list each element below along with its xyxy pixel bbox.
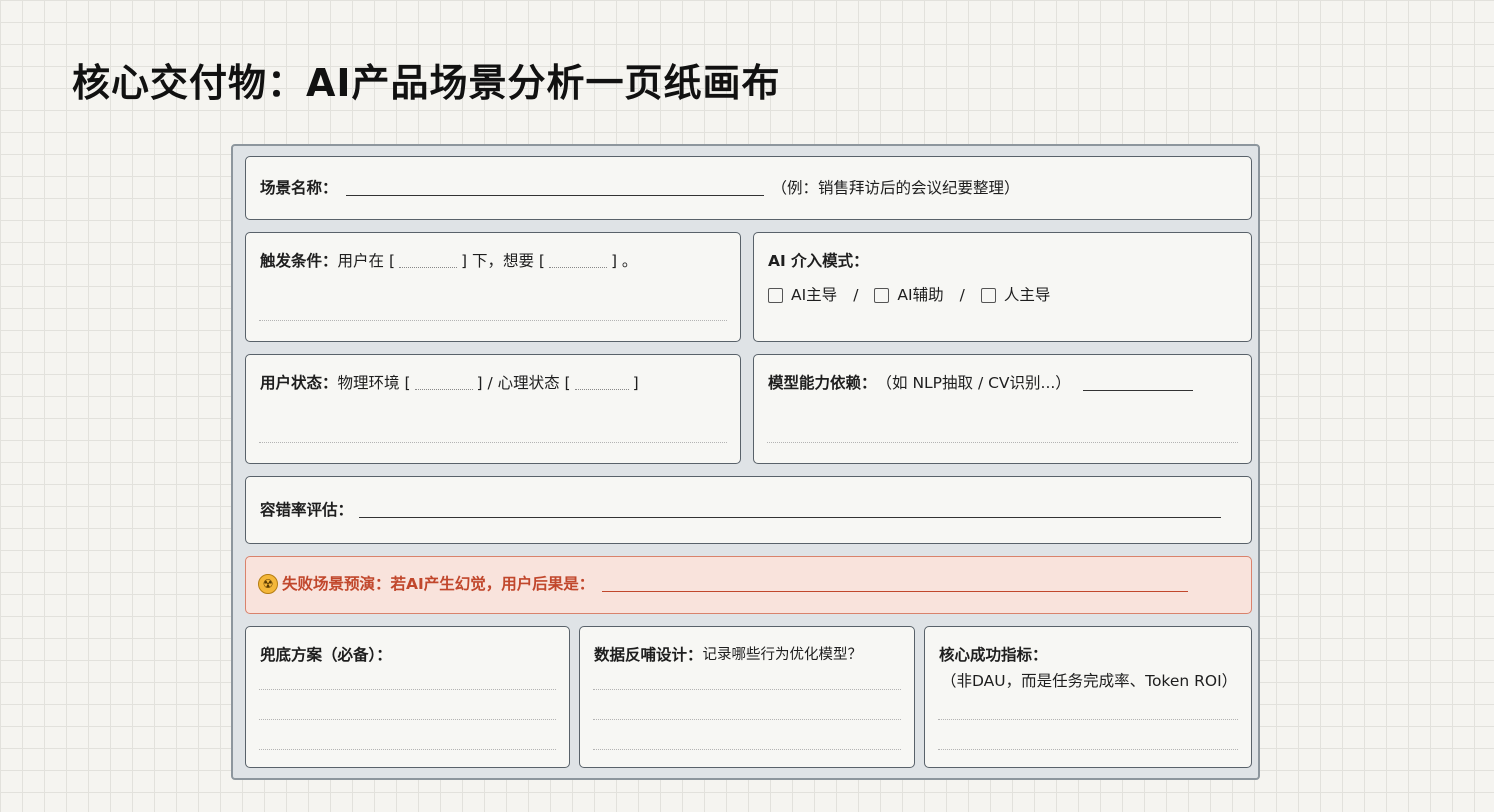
ai-mode-label: AI 介入模式： — [768, 252, 869, 270]
canvas-frame: 场景名称： （例：销售拜访后的会议纪要整理） 触发条件： 用户在 [ ] 下，想… — [231, 144, 1260, 780]
fallback-write-line[interactable] — [259, 749, 556, 750]
user-state-write-line[interactable] — [259, 442, 727, 443]
trigger-text-3: ] 。 — [610, 252, 638, 270]
user-state-label: 用户状态： — [260, 374, 338, 392]
ai-mode-card: AI 介入模式： AI主导 / AI辅助 / 人主导 — [753, 232, 1252, 342]
model-dependency-hint: （如 NLP抽取 / CV识别...） — [876, 374, 1071, 392]
trigger-card: 触发条件： 用户在 [ ] 下，想要 [ ] 。 — [245, 232, 741, 342]
data-feedback-label: 数据反哺设计： — [594, 646, 703, 664]
mental-state-blank[interactable] — [574, 377, 629, 390]
scene-name-card: 场景名称： （例：销售拜访后的会议纪要整理） — [245, 156, 1252, 220]
trigger-blank-2[interactable] — [548, 255, 607, 268]
user-state-text-1: 物理环境 [ — [337, 374, 411, 392]
failure-scenario-blank[interactable] — [602, 577, 1189, 592]
scene-name-label: 场景名称： — [260, 179, 338, 197]
option-separator: / — [959, 286, 965, 304]
failure-scenario-label: 失败场景预演：若AI产生幻觉，用户后果是： — [282, 575, 595, 593]
option-human-lead-label: 人主导 — [1003, 286, 1051, 304]
trigger-blank-1[interactable] — [399, 255, 457, 268]
success-metric-card: 核心成功指标： （非DAU，而是任务完成率、Token ROI） — [924, 626, 1252, 768]
physical-env-blank[interactable] — [414, 377, 473, 390]
data-feedback-write-line[interactable] — [593, 719, 901, 720]
trigger-text-2: ] 下，想要 [ — [461, 252, 545, 270]
option-separator: / — [853, 286, 859, 304]
fallback-write-line[interactable] — [259, 689, 556, 690]
option-human-lead[interactable]: 人主导 — [980, 285, 1051, 305]
model-dependency-blank[interactable] — [1082, 376, 1193, 391]
data-feedback-write-line[interactable] — [593, 689, 901, 690]
scene-name-example: （例：销售拜访后的会议纪要整理） — [771, 179, 1020, 197]
option-ai-assist-label: AI辅助 — [897, 286, 944, 304]
data-feedback-card: 数据反哺设计： 记录哪些行为优化模型？ — [579, 626, 915, 768]
trigger-label: 触发条件： — [260, 252, 338, 270]
success-metric-hint: （非DAU，而是任务完成率、Token ROI） — [941, 672, 1238, 690]
model-dependency-write-line[interactable] — [767, 442, 1238, 443]
trigger-write-line[interactable] — [259, 320, 727, 321]
option-ai-lead[interactable]: AI主导 — [768, 285, 837, 305]
option-ai-lead-label: AI主导 — [791, 286, 838, 304]
tolerance-card: 容错率评估： — [245, 476, 1252, 544]
success-metric-write-line[interactable] — [938, 719, 1238, 720]
checkbox-icon[interactable] — [874, 287, 890, 303]
tolerance-blank[interactable] — [359, 503, 1222, 518]
fallback-label: 兜底方案（必备）： — [260, 646, 392, 664]
data-feedback-hint: 记录哪些行为优化模型？ — [702, 646, 863, 663]
option-ai-assist[interactable]: AI辅助 — [874, 285, 944, 305]
tolerance-label: 容错率评估： — [260, 501, 354, 519]
user-state-text-2: ] / 心理状态 [ — [476, 374, 571, 392]
model-dependency-label: 模型能力依赖： — [768, 374, 877, 392]
model-dependency-card: 模型能力依赖： （如 NLP抽取 / CV识别...） — [753, 354, 1252, 464]
fallback-card: 兜底方案（必备）： — [245, 626, 570, 768]
user-state-card: 用户状态： 物理环境 [ ] / 心理状态 [ ] — [245, 354, 741, 464]
fallback-write-line[interactable] — [259, 719, 556, 720]
success-metric-label: 核心成功指标： — [939, 646, 1048, 664]
checkbox-icon[interactable] — [768, 287, 783, 303]
checkbox-icon[interactable] — [980, 287, 996, 303]
scene-name-blank[interactable] — [345, 181, 764, 196]
page-title: 核心交付物：AI产品场景分析一页纸画布 — [72, 61, 781, 105]
failure-scenario-card: ☢ 失败场景预演：若AI产生幻觉，用户后果是： — [245, 556, 1252, 614]
success-metric-write-line[interactable] — [938, 749, 1238, 750]
user-state-text-3: ] — [632, 374, 639, 392]
data-feedback-write-line[interactable] — [593, 749, 901, 750]
radioactive-warning-icon: ☢ — [258, 574, 278, 595]
trigger-text-1: 用户在 [ — [337, 252, 395, 270]
